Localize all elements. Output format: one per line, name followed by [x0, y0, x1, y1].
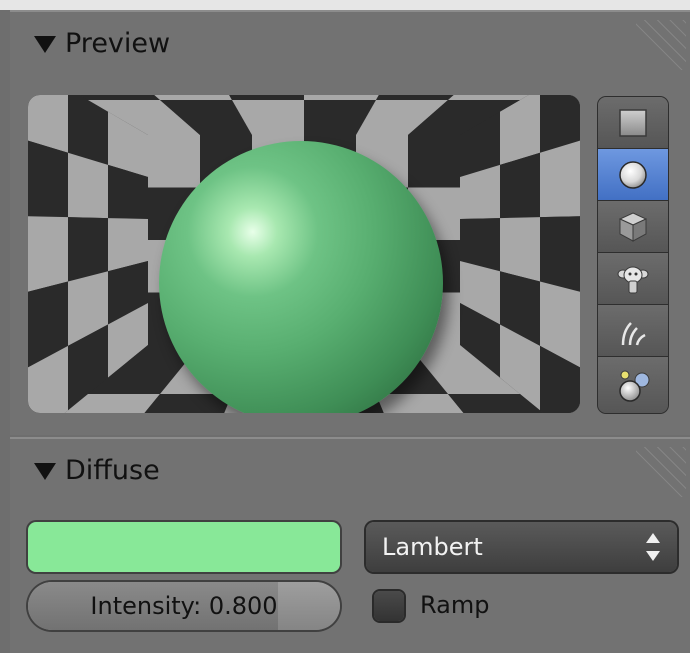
sky-sphere-icon: [619, 370, 650, 402]
panel-drag-grip-icon[interactable]: [636, 447, 686, 497]
up-down-arrows-icon: [646, 533, 660, 561]
collapse-triangle-icon[interactable]: [34, 463, 56, 480]
preview-type-buttons: [598, 97, 668, 413]
sphere-icon: [619, 160, 647, 189]
ramp-checkbox[interactable]: [374, 591, 404, 621]
flat-plane-icon: [619, 108, 647, 137]
diffuse-shader-value: Lambert: [382, 533, 483, 561]
preview-type-monkey-button[interactable]: [598, 253, 668, 305]
diffuse-panel: Diffuse Lambert Intensity: 0.800 Ramp: [10, 437, 690, 653]
panel-drag-grip-icon[interactable]: [636, 20, 686, 70]
diffuse-color-swatch[interactable]: [28, 522, 340, 572]
monkey-icon: [617, 266, 649, 293]
preview-type-sphere-button[interactable]: [598, 149, 668, 201]
material-preview-render: [28, 95, 580, 413]
diffuse-panel-title: Diffuse: [65, 455, 160, 486]
preview-panel-title: Preview: [65, 28, 171, 59]
preview-type-hair-button[interactable]: [598, 305, 668, 357]
preview-sphere: [159, 141, 443, 413]
collapse-triangle-icon[interactable]: [34, 36, 56, 53]
preview-panel: Preview: [10, 10, 690, 435]
preview-type-cube-button[interactable]: [598, 201, 668, 253]
diffuse-panel-header[interactable]: Diffuse: [10, 439, 690, 505]
window-top-edge: [0, 0, 690, 10]
diffuse-shader-dropdown[interactable]: Lambert: [366, 522, 677, 572]
cube-icon: [618, 211, 648, 242]
hair-strands-icon: [621, 321, 646, 345]
preview-type-world-button[interactable]: [598, 357, 668, 413]
diffuse-intensity-slider[interactable]: Intensity: 0.800: [28, 582, 340, 630]
preview-panel-header[interactable]: Preview: [10, 12, 690, 78]
preview-type-flat-button[interactable]: [598, 97, 668, 149]
ramp-label: Ramp: [420, 591, 490, 619]
intensity-slider-label: Intensity: 0.800: [90, 592, 278, 620]
